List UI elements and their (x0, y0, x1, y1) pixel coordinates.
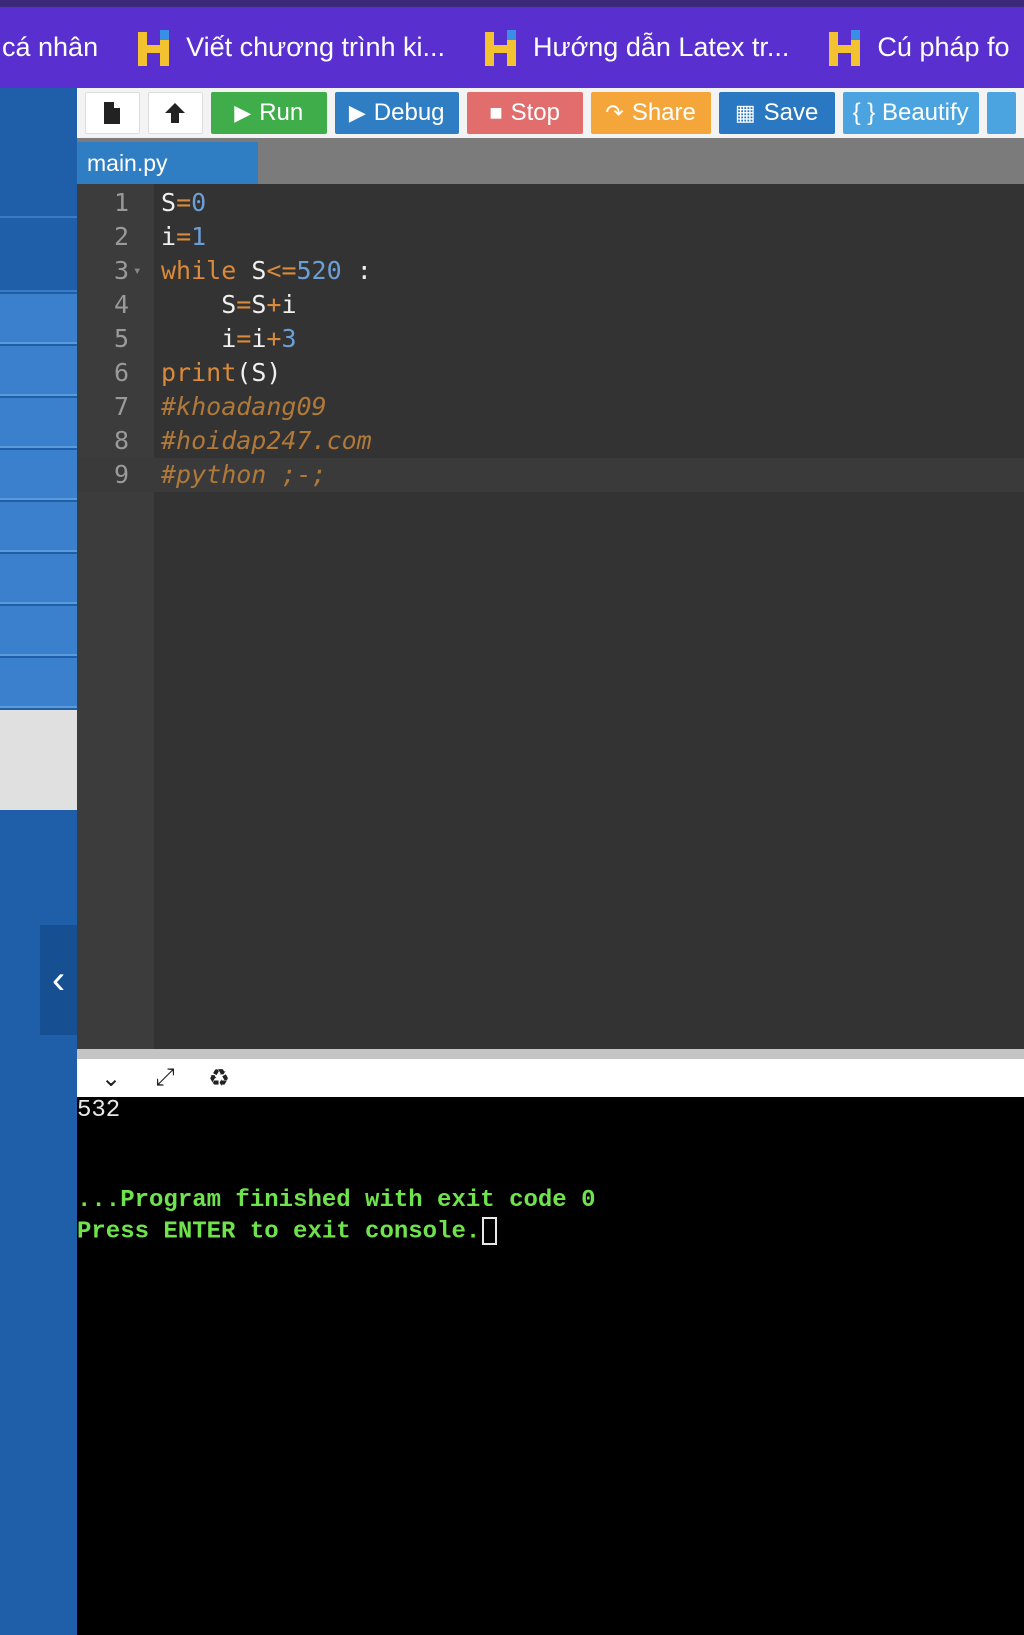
sidebar-item[interactable] (0, 554, 77, 604)
h-logo-icon (485, 29, 516, 66)
chevron-left-icon: ‹ (51, 957, 66, 1002)
editor-console-splitter[interactable] (77, 1049, 1024, 1059)
share-button[interactable]: ↷ Share (590, 92, 711, 134)
sidebar-item[interactable] (0, 346, 77, 396)
sidebar-panel (0, 710, 77, 810)
code-line-active: 9 #python ;-; (77, 458, 1024, 492)
bookmark-cu-phap[interactable]: Cú pháp fo (827, 28, 1010, 68)
save-label: Save (763, 99, 819, 126)
chevron-down-icon[interactable]: ⌄ (91, 1064, 131, 1093)
ide-main: ▶ Run ▶︎ Debug ■ Stop ↷ Share ▦ Save { }… (77, 88, 1024, 1635)
play-icon: ▶ (234, 100, 252, 125)
line-number: 6 (113, 358, 129, 387)
left-sidebar (0, 88, 77, 1635)
run-button[interactable]: ▶ Run (210, 92, 327, 134)
stop-label: Stop (510, 99, 560, 126)
file-tabs: main.py (77, 138, 1024, 184)
toolbar: ▶ Run ▶︎ Debug ■ Stop ↷ Share ▦ Save { }… (77, 88, 1024, 138)
share-icon: ↷ (605, 100, 624, 125)
more-button[interactable] (986, 92, 1017, 134)
save-button[interactable]: ▦ Save (718, 92, 835, 134)
console-press-enter: Press ENTER to exit console. (77, 1217, 498, 1246)
upload-icon (165, 103, 186, 123)
code-text: i=i+3 (221, 324, 297, 353)
code-line: 1 S=0 (77, 186, 1024, 220)
code-line: 5 i=i+3 (77, 322, 1024, 356)
sidebar-item[interactable] (0, 606, 77, 656)
code-text: i=1 (161, 222, 207, 251)
code-text: #python ;-; (161, 460, 327, 489)
file-icon (104, 102, 121, 124)
sidebar-collapse-button[interactable]: ‹ (40, 925, 77, 1035)
floppy-icon: ▦ (734, 100, 756, 125)
code-text: S=S+i (221, 290, 297, 319)
sidebar-item[interactable] (0, 450, 77, 500)
h-logo-icon (138, 29, 170, 66)
sidebar-item[interactable] (0, 220, 77, 292)
sidebar-item[interactable] (0, 502, 77, 552)
line-number: 3 (113, 256, 129, 285)
code-text: S=0 (161, 188, 207, 217)
console-toolbar: ⌄ ⤢ ♻ (77, 1059, 1024, 1097)
code-line: 4 S=S+i (77, 288, 1024, 322)
code-line: 8 #hoidap247.com (77, 424, 1024, 458)
line-number: 4 (113, 290, 129, 319)
debug-icon: ▶︎ (348, 100, 366, 125)
code-line: 2 i=1 (77, 220, 1024, 254)
bookmark-huong-dan-latex[interactable]: Hướng dẫn Latex tr... (483, 28, 789, 68)
beautify-label: { } Beautify (852, 99, 969, 126)
bookmark-label: Cú pháp fo (877, 32, 1010, 62)
text-cursor (482, 1217, 498, 1245)
bookmark-label: cá nhân (2, 32, 99, 62)
line-number: 8 (113, 426, 129, 455)
console-finished-message: ...Program finished with exit code 0 (77, 1187, 596, 1214)
bookmark-label: Hướng dẫn Latex tr... (533, 32, 790, 62)
bookmark-viet-chuong-trinh[interactable]: Viết chương trình ki... (136, 28, 445, 68)
bookmark-label: Viết chương trình ki... (186, 32, 445, 62)
code-editor[interactable]: 1 S=0 2 i=1 3 ▾ while S<=520 : 4 S=S+i 5… (77, 184, 1024, 1049)
code-text: while S<=520 : (161, 256, 372, 285)
code-line: 3 ▾ while S<=520 : (77, 254, 1024, 288)
h-logo-icon (829, 29, 861, 66)
bookmarks-bar: cá nhân Viết chương trình ki... Hướng dẫ… (0, 0, 1024, 88)
line-number: 1 (113, 188, 129, 217)
line-number: 2 (113, 222, 129, 251)
sidebar-item[interactable] (0, 88, 77, 218)
fold-arrow-icon[interactable]: ▾ (133, 254, 141, 288)
sidebar-item[interactable] (0, 658, 77, 708)
console-result: 532 (77, 1097, 121, 1124)
sidebar-item[interactable] (0, 294, 77, 344)
upload-button[interactable] (147, 92, 203, 134)
debug-button[interactable]: ▶︎ Debug (334, 92, 459, 134)
run-label: Run (259, 99, 304, 126)
sidebar-item[interactable] (0, 398, 77, 448)
beautify-button[interactable]: { } Beautify (842, 92, 979, 134)
clear-console-icon[interactable]: ♻ (199, 1064, 239, 1093)
debug-label: Debug (373, 99, 445, 126)
stop-button[interactable]: ■ Stop (466, 92, 583, 134)
bookmark-ca-nhan[interactable]: cá nhân (2, 32, 98, 63)
line-number: 5 (113, 324, 129, 353)
code-text: print(S) (161, 358, 282, 387)
press-enter-text: Press ENTER to exit console. (77, 1218, 481, 1246)
expand-icon[interactable]: ⤢ (145, 1064, 185, 1092)
code-line: 7 #khoadang09 (77, 390, 1024, 424)
share-label: Share (631, 99, 696, 126)
tab-main-py[interactable]: main.py (77, 142, 258, 184)
code-text: #hoidap247.com (161, 426, 372, 455)
stop-icon: ■ (489, 100, 503, 125)
tab-label: main.py (87, 150, 168, 176)
new-file-button[interactable] (85, 92, 140, 134)
code-line: 6 print(S) (77, 356, 1024, 390)
line-number: 7 (113, 392, 129, 421)
console-output[interactable]: 532 ...Program finished with exit code 0… (77, 1097, 1024, 1635)
code-text: #khoadang09 (161, 392, 327, 421)
line-number: 9 (113, 460, 129, 489)
